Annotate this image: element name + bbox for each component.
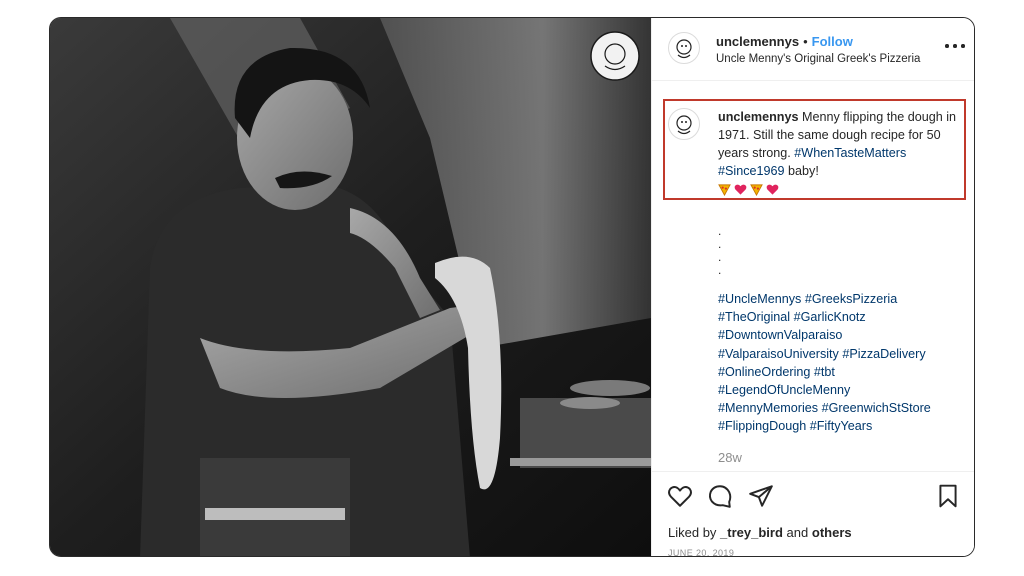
hashtag[interactable]: #TheOriginal	[718, 310, 790, 324]
follow-button[interactable]: Follow	[812, 34, 853, 49]
caption-hashtag[interactable]: #Since1969	[718, 164, 785, 178]
post-actions: Liked by _trey_bird and others JUNE 20, …	[652, 471, 974, 556]
hashtag[interactable]: #tbt	[814, 365, 835, 379]
instagram-post: unclemennys • Follow Uncle Menny's Origina…	[49, 17, 975, 557]
hashtag[interactable]: #GreeksPizzeria	[805, 292, 897, 306]
comment-timestamp[interactable]: 28w	[718, 450, 742, 465]
more-options-icon[interactable]	[944, 38, 966, 52]
comments-area[interactable]: unclemennys Menny flipping the dough in …	[652, 81, 974, 471]
caption-avatar[interactable]	[668, 108, 700, 140]
dot-lines: . . . .	[718, 225, 721, 277]
hashtag[interactable]: #MennyMemories	[718, 401, 818, 415]
likes-summary: Liked by _trey_bird and others	[668, 525, 852, 540]
post-header: unclemennys • Follow Uncle Menny's Origina…	[652, 18, 974, 81]
pizza-icon	[718, 184, 731, 197]
liked-by-user[interactable]: _trey_bird	[720, 525, 783, 540]
caption-username[interactable]: unclemennys	[718, 110, 799, 124]
hashtag[interactable]: #ValparaisoUniversity	[718, 347, 839, 361]
location-link[interactable]: Uncle Menny's Original Greek's Pizzeria	[716, 53, 920, 65]
heart-icon	[766, 184, 779, 195]
caption-emojis	[718, 183, 779, 197]
hashtag[interactable]: #FiftyYears	[810, 419, 873, 433]
comment-icon[interactable]	[707, 483, 733, 509]
hashtag[interactable]: #LegendOfUncleMenny	[718, 383, 850, 397]
separator-dot: •	[803, 34, 808, 49]
like-icon[interactable]	[667, 483, 693, 509]
pizza-icon	[750, 184, 763, 197]
dot-line: .	[718, 263, 722, 277]
caption-hashtag[interactable]: #WhenTasteMatters	[794, 146, 906, 160]
liked-by-prefix: Liked by	[668, 525, 717, 540]
hashtag-list: #UncleMennys #GreeksPizzeria #TheOrigina…	[718, 290, 973, 436]
profile-avatar[interactable]	[668, 32, 700, 64]
heart-icon	[734, 184, 747, 195]
liked-by-and: and	[786, 525, 809, 540]
hashtag[interactable]: #DowntownValparaiso	[718, 328, 842, 342]
caption-tail: baby!	[788, 164, 819, 178]
liked-by-others[interactable]: others	[812, 525, 852, 540]
share-icon[interactable]	[748, 483, 774, 509]
hashtag[interactable]: #GarlicKnotz	[794, 310, 866, 324]
hashtag[interactable]: #GreenwichStStore	[822, 401, 931, 415]
header-username[interactable]: unclemennys	[716, 34, 799, 49]
hashtag[interactable]: #UncleMennys	[718, 292, 801, 306]
post-date[interactable]: JUNE 20, 2019	[668, 548, 734, 556]
post-side-panel: unclemennys • Follow Uncle Menny's Origina…	[651, 18, 974, 556]
bookmark-icon[interactable]	[935, 483, 961, 509]
caption: unclemennys Menny flipping the dough in …	[718, 108, 966, 198]
mascot-icon	[676, 39, 692, 59]
mascot-icon	[676, 115, 692, 135]
post-photo[interactable]	[50, 18, 651, 556]
vintage-photo-illustration	[50, 18, 651, 556]
hashtag[interactable]: #FlippingDough	[718, 419, 806, 433]
hashtag[interactable]: #PizzaDelivery	[842, 347, 925, 361]
hashtag[interactable]: #OnlineOrdering	[718, 365, 810, 379]
header-username-line: unclemennys • Follow	[716, 34, 853, 49]
